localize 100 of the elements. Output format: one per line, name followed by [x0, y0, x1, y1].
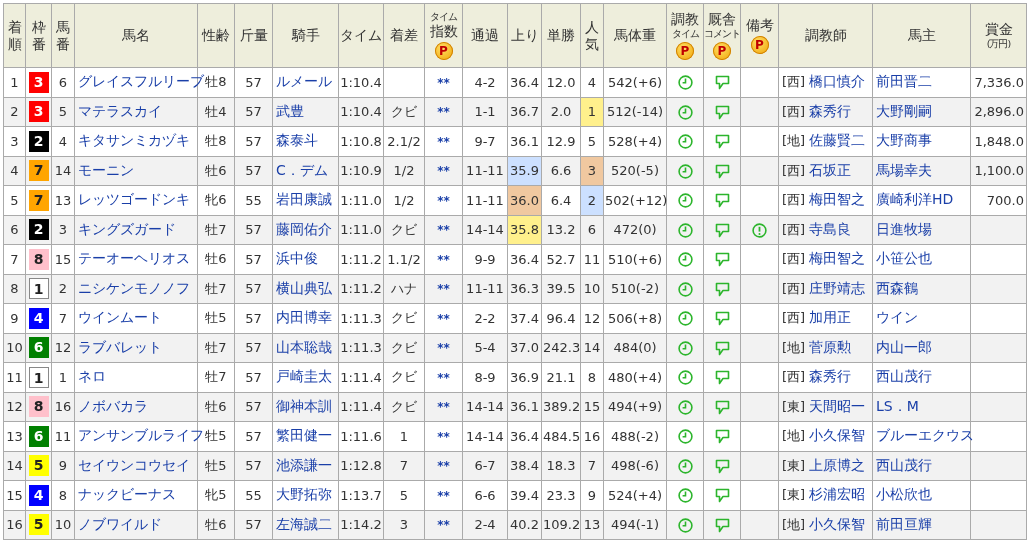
- exclamation-icon[interactable]: [752, 222, 767, 238]
- speech-bubble-icon[interactable]: [714, 370, 730, 386]
- time-index-link[interactable]: **: [437, 252, 450, 267]
- clock-icon[interactable]: [677, 75, 693, 91]
- table-cell: 8: [3, 274, 26, 304]
- clock-icon[interactable]: [677, 340, 693, 356]
- column-header: 単勝: [541, 3, 581, 68]
- time-index-link[interactable]: **: [437, 518, 450, 533]
- clock-icon[interactable]: [677, 281, 693, 297]
- clock-icon[interactable]: [677, 222, 693, 238]
- premium-badge[interactable]: P: [750, 35, 769, 54]
- speech-bubble-icon[interactable]: [714, 104, 730, 120]
- clock-icon[interactable]: [677, 163, 693, 179]
- table-cell: 488(-2): [603, 421, 667, 451]
- trainer-link[interactable]: 森秀行: [809, 368, 852, 385]
- table-cell: 9: [3, 303, 26, 333]
- premium-badge[interactable]: P: [434, 41, 453, 60]
- table-cell: 7,336.0: [970, 67, 1027, 97]
- table-cell: 480(+4): [603, 362, 667, 392]
- table-cell: 2,896.0: [970, 97, 1027, 127]
- speech-bubble-icon[interactable]: [714, 340, 730, 356]
- speech-bubble-icon[interactable]: [714, 517, 730, 533]
- clock-icon[interactable]: [677, 517, 693, 533]
- column-header: 馬番: [51, 3, 75, 68]
- trainer-link[interactable]: 寺島良: [809, 220, 852, 237]
- speech-bubble-icon[interactable]: [714, 163, 730, 179]
- table-cell: 14-14: [462, 421, 508, 451]
- trainer-link[interactable]: 石坂正: [809, 161, 852, 178]
- clock-icon[interactable]: [677, 252, 693, 268]
- trainer-link[interactable]: 佐藤賢二: [809, 132, 866, 149]
- clock-icon[interactable]: [677, 488, 693, 504]
- time-index-link[interactable]: **: [437, 370, 450, 385]
- horse-link[interactable]: ネロ: [78, 368, 106, 385]
- trainer-link[interactable]: 橋口慎介: [809, 73, 866, 90]
- speech-bubble-icon[interactable]: [714, 488, 730, 504]
- table-cell: 牡6: [197, 244, 235, 274]
- speech-bubble-icon[interactable]: [714, 429, 730, 445]
- table-cell: 14: [3, 451, 26, 481]
- table-cell: 1:11.0: [338, 185, 384, 215]
- clock-icon[interactable]: [677, 370, 693, 386]
- trainer-link[interactable]: 小久保智: [809, 427, 866, 444]
- table-cell: 524(+4): [603, 480, 667, 510]
- trainer-link[interactable]: 梅田智之: [809, 250, 866, 267]
- clock-icon[interactable]: [677, 458, 693, 474]
- trainer-link[interactable]: 庄野靖志: [809, 279, 866, 296]
- trainer-link[interactable]: 梅田智之: [809, 191, 866, 208]
- time-index-link[interactable]: **: [437, 193, 450, 208]
- trainer-link[interactable]: 小久保智: [809, 515, 866, 532]
- column-header: 備考: [744, 17, 775, 34]
- premium-badge[interactable]: P: [676, 41, 694, 60]
- time-index-link[interactable]: **: [437, 105, 450, 120]
- clock-icon[interactable]: [677, 104, 693, 120]
- frame-badge: 3: [28, 71, 49, 93]
- time-index-link[interactable]: **: [437, 223, 450, 238]
- table-cell: 6: [51, 67, 75, 97]
- table-cell: 牝6: [197, 185, 235, 215]
- frame-badge: 5: [28, 455, 49, 477]
- time-index-link[interactable]: **: [437, 400, 450, 415]
- speech-bubble-icon[interactable]: [714, 458, 730, 474]
- speech-bubble-icon[interactable]: [714, 134, 730, 150]
- clock-icon[interactable]: [677, 311, 693, 327]
- time-index-link[interactable]: **: [437, 341, 450, 356]
- time-index-link[interactable]: **: [437, 282, 450, 297]
- clock-icon[interactable]: [677, 429, 693, 445]
- column-header: 着順: [3, 3, 26, 68]
- column-header: 性齢: [197, 3, 235, 68]
- speech-bubble-icon[interactable]: [714, 222, 730, 238]
- time-index-link[interactable]: **: [437, 311, 450, 326]
- horse-link[interactable]: グレイスフルリーブ: [78, 73, 204, 90]
- trainer-link[interactable]: 上原博之: [809, 456, 866, 473]
- table-cell: 5: [3, 185, 26, 215]
- time-index-link[interactable]: **: [437, 488, 450, 503]
- time-index-link[interactable]: **: [437, 164, 450, 179]
- clock-icon[interactable]: [677, 193, 693, 209]
- speech-bubble-icon[interactable]: [714, 75, 730, 91]
- time-index-link[interactable]: **: [437, 459, 450, 474]
- owner-link[interactable]: ブルーエクウス: [876, 427, 974, 444]
- clock-icon[interactable]: [677, 134, 693, 150]
- table-cell: 2: [3, 97, 26, 127]
- trainer-link[interactable]: 森秀行: [809, 102, 852, 119]
- clock-icon[interactable]: [677, 399, 693, 415]
- table-cell: 15: [51, 244, 75, 274]
- speech-bubble-icon[interactable]: [714, 311, 730, 327]
- table-cell: 506(+8): [603, 303, 667, 333]
- trainer-link[interactable]: 天間昭一: [809, 397, 866, 414]
- table-cell: 494(+9): [603, 392, 667, 422]
- table-cell: 12.0: [541, 67, 581, 97]
- time-index-link[interactable]: **: [437, 75, 450, 90]
- speech-bubble-icon[interactable]: [714, 193, 730, 209]
- table-cell: 7: [51, 303, 75, 333]
- table-cell: 700.0: [970, 185, 1027, 215]
- speech-bubble-icon[interactable]: [714, 252, 730, 268]
- trainer-link[interactable]: 加用正: [809, 309, 852, 326]
- premium-badge[interactable]: P: [713, 41, 731, 60]
- time-index-link[interactable]: **: [437, 429, 450, 444]
- trainer-link[interactable]: 杉浦宏昭: [809, 486, 866, 503]
- speech-bubble-icon[interactable]: [714, 399, 730, 415]
- speech-bubble-icon[interactable]: [714, 281, 730, 297]
- time-index-link[interactable]: **: [437, 134, 450, 149]
- trainer-link[interactable]: 菅原勲: [809, 338, 852, 355]
